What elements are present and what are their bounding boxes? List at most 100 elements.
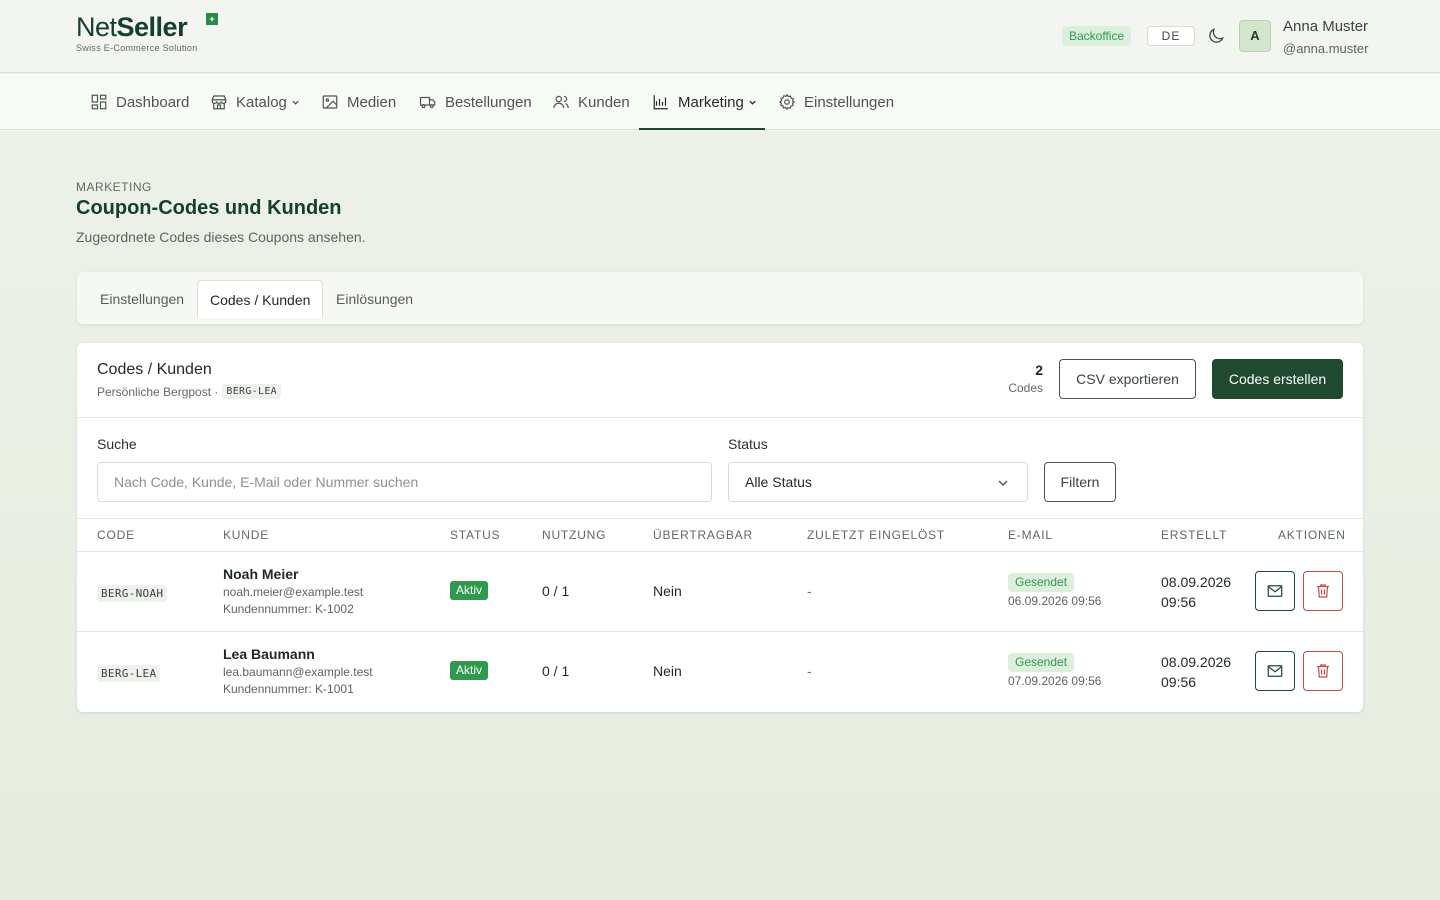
created-date: 08.09.2026 09:56: [1161, 652, 1241, 692]
image-icon: [322, 95, 338, 109]
nav-item-medien[interactable]: Medien: [321, 74, 396, 130]
coupon-name: Persönliche Bergpost ·: [97, 384, 219, 399]
created-date-day: 08.09.2026: [1161, 654, 1232, 670]
created-date-time: 09:56: [1161, 594, 1197, 610]
card-title: Codes / Kunden: [97, 361, 212, 378]
chart-icon: [653, 95, 668, 110]
status-badge: Aktiv: [450, 661, 489, 680]
dark-mode-toggle[interactable]: [1206, 26, 1226, 46]
col-header-kunde[interactable]: KUNDE: [223, 528, 269, 542]
code-count-label: Codes: [1008, 381, 1043, 395]
col-header-code[interactable]: CODE: [97, 528, 135, 542]
delete-code-button[interactable]: [1303, 571, 1343, 611]
tab-bar: Einstellungen Codes / Kunden Einlösungen: [77, 272, 1363, 325]
created-date-day: 08.09.2026: [1161, 574, 1232, 590]
code-chip: BERG-LEA: [97, 665, 161, 682]
chevron-down-icon: [998, 480, 1008, 486]
created-date: 08.09.2026 09:56: [1161, 572, 1241, 612]
status-label: Status: [728, 436, 768, 452]
dashboard-icon: [91, 94, 107, 110]
avatar[interactable]: A: [1239, 20, 1271, 52]
tab-einstellungen[interactable]: Einstellungen: [88, 280, 196, 318]
nav-label: Dashboard: [116, 93, 190, 111]
search-label: Suche: [97, 436, 137, 452]
mail-icon: [1267, 665, 1283, 677]
nav-item-marketing[interactable]: Marketing: [652, 74, 757, 130]
users-icon: [553, 95, 569, 109]
active-nav-indicator: [639, 128, 765, 130]
nav-label: Bestellungen: [445, 93, 532, 111]
customer-name[interactable]: Noah Meier: [223, 566, 298, 582]
logo-tagline: Swiss E-Commerce Solution: [76, 43, 198, 53]
col-header-status[interactable]: STATUS: [450, 528, 500, 542]
search-input[interactable]: [97, 462, 712, 502]
store-icon: [211, 95, 227, 110]
page-title: Coupon-Codes und Kunden: [76, 197, 342, 219]
language-switch[interactable]: DE: [1147, 26, 1195, 46]
export-csv-button[interactable]: CSV exportieren: [1059, 359, 1196, 399]
tab-einloesungen[interactable]: Einlösungen: [324, 280, 425, 318]
usage-value: 0 / 1: [542, 583, 570, 599]
send-email-button[interactable]: [1255, 651, 1295, 691]
chevron-down-icon: [749, 100, 756, 105]
nav-item-einstellungen[interactable]: Einstellungen: [778, 74, 894, 130]
transferable-value: Nein: [653, 583, 682, 599]
truck-icon: [419, 96, 436, 109]
chevron-down-icon: [292, 100, 299, 105]
mail-icon: [1267, 585, 1283, 597]
nav-item-bestellungen[interactable]: Bestellungen: [419, 74, 532, 130]
nav-item-kunden[interactable]: Kunden: [552, 74, 630, 130]
status-select[interactable]: Alle Status: [728, 462, 1028, 502]
trash-icon: [1317, 664, 1329, 678]
trash-icon: [1317, 584, 1329, 598]
logo-plus-mark: +: [206, 13, 218, 25]
divider: [77, 417, 1363, 418]
col-header-nutzung[interactable]: NUTZUNG: [542, 528, 606, 542]
customer-number: Kundennummer: K-1002: [223, 602, 354, 616]
nav-item-katalog[interactable]: Katalog: [210, 74, 300, 130]
coupon-code-chip: BERG-LEA: [222, 384, 281, 399]
send-email-button[interactable]: [1255, 571, 1295, 611]
customer-number: Kundennummer: K-1001: [223, 682, 354, 696]
netseller-logo[interactable]: NetSeller + Swiss E-Commerce Solution: [76, 12, 226, 60]
email-sent-date: 06.09.2026 09:56: [1008, 594, 1102, 608]
table-row: BERG-NOAH Noah Meier noah.meier@example.…: [77, 552, 1363, 632]
backoffice-badge: Backoffice: [1062, 26, 1132, 46]
nav-label: Einstellungen: [804, 93, 895, 111]
moon-icon: [1209, 28, 1224, 43]
last-redeemed-value: -: [807, 663, 812, 679]
nav-label: Kunden: [578, 93, 630, 111]
col-header-aktionen: AKTIONEN: [1278, 528, 1346, 542]
codes-card: Codes / Kunden Persönliche Bergpost · BE…: [77, 343, 1363, 712]
delete-code-button[interactable]: [1303, 651, 1343, 691]
logo-wordmark: NetSeller: [76, 12, 188, 42]
transferable-value: Nein: [653, 663, 682, 679]
last-redeemed-value: -: [807, 583, 812, 599]
created-date-time: 09:56: [1161, 674, 1197, 690]
col-header-email[interactable]: E-MAIL: [1008, 528, 1053, 542]
email-status-badge: Gesendet: [1008, 653, 1075, 672]
customer-email: lea.baumann@example.test: [223, 665, 373, 679]
page-eyebrow: MARKETING: [76, 180, 152, 194]
nav-label: Medien: [347, 93, 397, 111]
email-sent-date: 07.09.2026 09:56: [1008, 674, 1102, 688]
col-header-uebertragbar[interactable]: ÜBERTRAGBAR: [653, 528, 753, 542]
code-chip: BERG-NOAH: [97, 585, 168, 602]
customer-name[interactable]: Lea Baumann: [223, 646, 315, 662]
top-bar: NetSeller + Swiss E-Commerce Solution Ba…: [0, 0, 1440, 73]
nav-item-dashboard[interactable]: Dashboard: [90, 74, 189, 130]
user-name[interactable]: Anna Muster: [1283, 18, 1368, 35]
col-header-erstellt[interactable]: ERSTELLT: [1161, 528, 1227, 542]
card-subtitle: Persönliche Bergpost · BERG-LEA: [97, 384, 281, 399]
gear-icon: [778, 93, 796, 111]
table-row: BERG-LEA Lea Baumann lea.baumann@example…: [77, 632, 1363, 712]
code-count: 2: [1035, 362, 1043, 378]
col-header-zuletzt-eingeloest[interactable]: ZULETZT EINGELÖST: [807, 528, 945, 542]
tab-codes-kunden[interactable]: Codes / Kunden: [197, 280, 324, 318]
email-status-badge: Gesendet: [1008, 573, 1075, 592]
customer-email: noah.meier@example.test: [223, 585, 364, 599]
status-badge: Aktiv: [450, 581, 489, 600]
filter-button[interactable]: Filtern: [1044, 462, 1116, 502]
create-codes-button[interactable]: Codes erstellen: [1212, 359, 1343, 399]
status-select-value: Alle Status: [745, 474, 812, 490]
